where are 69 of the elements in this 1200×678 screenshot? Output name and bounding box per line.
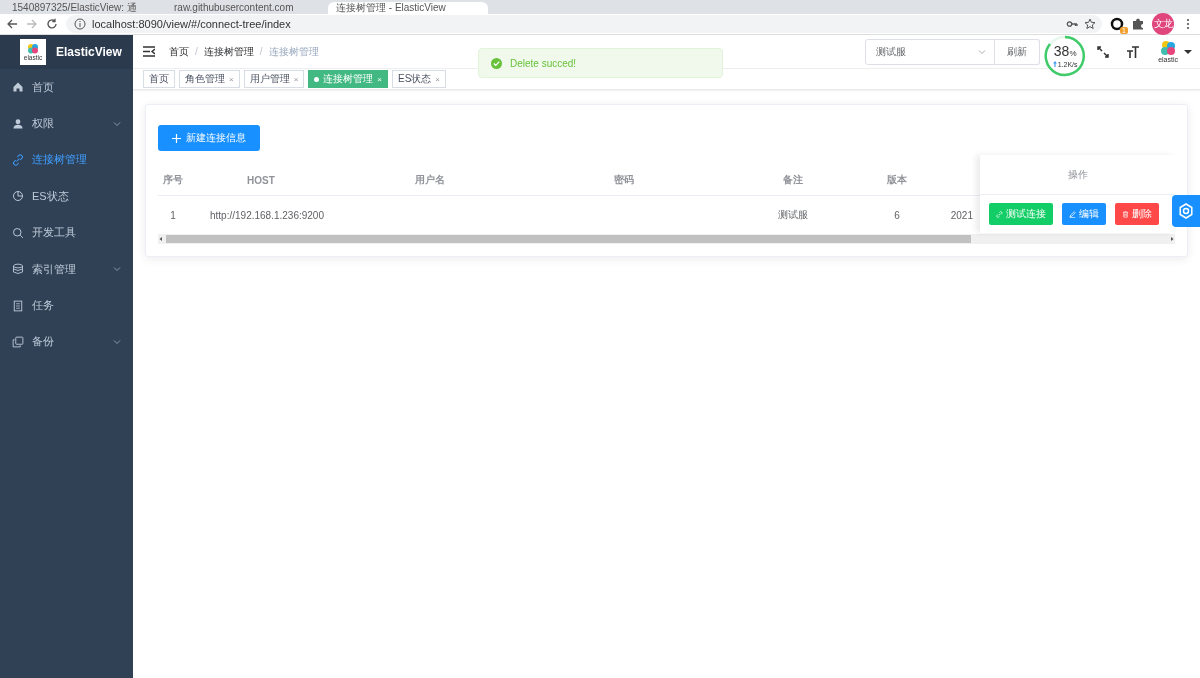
breadcrumb-item[interactable]: 连接树管理 (203, 44, 254, 59)
address-bar[interactable]: localhost:8090/view/#/connect-tree/index (66, 15, 1102, 33)
scroll-right-icon[interactable] (1169, 236, 1175, 242)
column-header: 密码 (613, 173, 635, 187)
database-icon (12, 263, 24, 276)
refresh-button[interactable]: 刷新 (995, 38, 1041, 65)
breadcrumb-item[interactable]: 首页 (169, 44, 189, 59)
table-cell-text: 1 (169, 209, 177, 221)
breadcrumb-item: 连接树管理 (268, 44, 319, 59)
up-arrow-icon (1052, 61, 1057, 67)
settings-button[interactable] (1172, 195, 1200, 227)
browser-tab[interactable]: 1540897325/ElasticView: 通 (4, 2, 164, 14)
tag-tab[interactable]: 角色管理 × (179, 70, 240, 88)
browser-tab[interactable]: raw.githubusercontent.com (166, 2, 326, 14)
scroll-left-icon[interactable] (158, 236, 164, 242)
caret-icon[interactable] (1184, 48, 1192, 55)
column-header: 操作 (980, 155, 1175, 196)
chevron-icon (978, 48, 987, 55)
link-icon (12, 153, 24, 166)
tag-tab[interactable]: 用户管理 × (243, 70, 305, 88)
tag-tab[interactable]: 首页 (143, 70, 175, 88)
breadcrumb-separator: / (195, 46, 198, 57)
user-icon (12, 117, 24, 130)
trash-icon (1122, 210, 1129, 218)
copy-icon (12, 335, 24, 348)
menu-item[interactable]: 连接树管理 (0, 141, 133, 179)
puzzle-icon[interactable] (1132, 18, 1144, 30)
table-cell-text: http://192.168.1.236:9200 (209, 209, 325, 221)
column-header: HOST (246, 174, 276, 186)
menu-item[interactable]: 权限 (0, 105, 133, 142)
back-icon[interactable] (6, 18, 18, 30)
profile-avatar[interactable]: 文龙 (1152, 13, 1174, 35)
reload-icon[interactable] (46, 18, 58, 30)
menu-item[interactable]: 索引管理 (0, 250, 133, 288)
app-title: ElasticView (56, 45, 122, 59)
menu-item[interactable]: 备份 (0, 323, 133, 361)
url-text: localhost:8090/view/#/connect-tree/index (92, 18, 291, 30)
link-icon (996, 210, 1003, 218)
star-icon[interactable] (1084, 18, 1096, 30)
menu-item[interactable]: 开发工具 (0, 214, 133, 251)
cluster-select[interactable]: 测试服 (865, 38, 996, 65)
info-icon (74, 18, 86, 30)
search-icon (12, 226, 24, 239)
column-header: 版本 (886, 173, 908, 187)
fullscreen-icon[interactable] (1096, 44, 1111, 59)
pencil-icon (1069, 210, 1076, 218)
plus-icon (172, 133, 181, 143)
horizontal-scrollbar[interactable] (158, 234, 1175, 244)
browser-tab[interactable]: 连接树管理 - ElasticView (328, 2, 488, 14)
menu-item[interactable]: ES状态 (0, 178, 133, 215)
table-cell-text: 6 (893, 209, 901, 221)
menu-item[interactable]: 任务 (0, 287, 133, 324)
success-toast: Delete succed! (478, 48, 723, 78)
pie-chart-icon (12, 190, 24, 203)
menu-item[interactable]: 首页 (0, 69, 133, 106)
table-cell-text: 测试服 (777, 208, 809, 222)
table-cell-text: 2021 (949, 209, 973, 221)
breadcrumb-separator: / (259, 46, 263, 57)
menu-icon[interactable] (143, 46, 155, 57)
column-header: 序号 (162, 173, 184, 187)
check-icon (491, 57, 502, 69)
column-header: 备注 (782, 173, 804, 187)
key-icon[interactable] (1066, 18, 1078, 30)
tag-tab[interactable]: ES状态 × (392, 70, 447, 88)
font-size-icon[interactable] (1126, 44, 1141, 59)
column-header: 用户名 (414, 173, 446, 187)
home-icon (12, 81, 24, 94)
document-icon (12, 299, 24, 312)
settings-icon (1178, 203, 1194, 219)
